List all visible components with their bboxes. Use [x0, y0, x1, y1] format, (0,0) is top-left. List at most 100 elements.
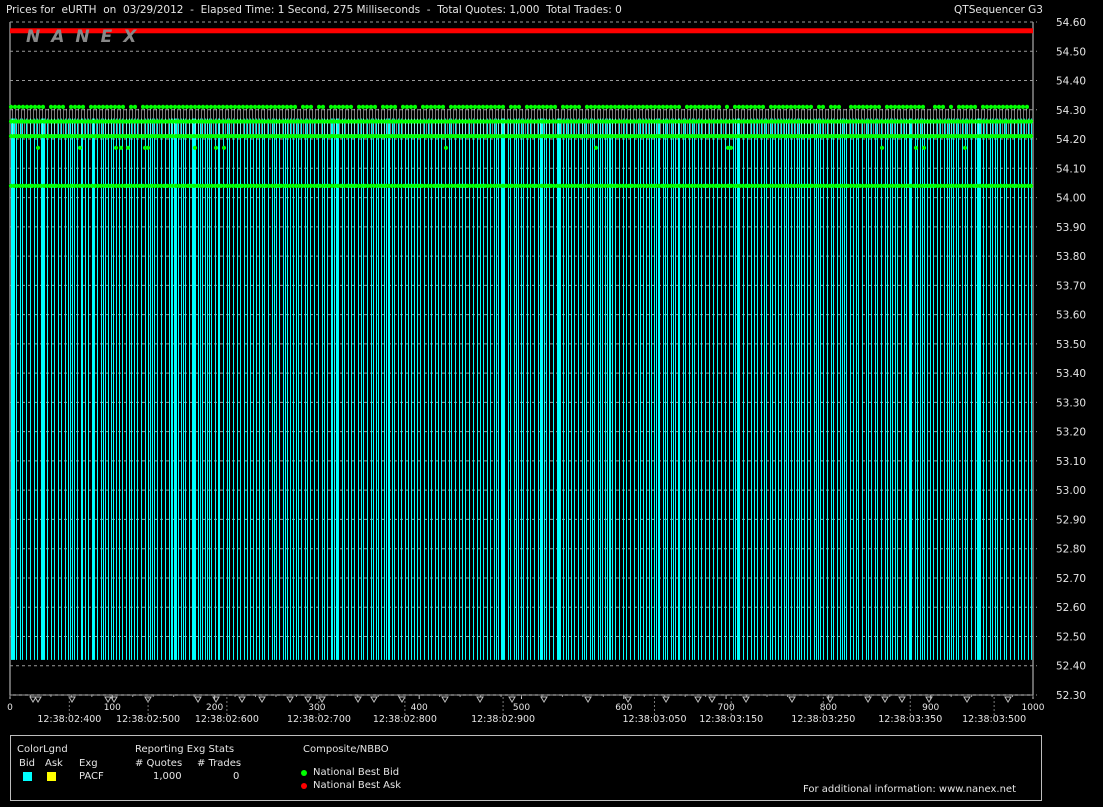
bid-bar — [150, 118, 151, 660]
nbb-marker — [336, 104, 342, 109]
nbb-marker — [152, 104, 158, 109]
time-marker-triangle — [742, 696, 750, 703]
nbb-marker — [704, 104, 710, 109]
bid-bar — [305, 118, 306, 660]
bid-bar — [885, 118, 886, 660]
bid-bar — [786, 118, 787, 660]
nbb-marker — [164, 104, 170, 109]
nbb-marker — [608, 104, 614, 109]
bid-bar — [840, 118, 841, 660]
bid-bar — [540, 118, 543, 660]
exchange-column-header: Exg — [79, 758, 98, 769]
nbb-marker — [384, 104, 390, 109]
trade-count: 0 — [233, 771, 240, 782]
nbb-marker — [540, 104, 546, 109]
nbb-marker — [448, 104, 454, 109]
y-tick-label: 52.50 — [1056, 631, 1086, 643]
time-marker-triangle — [864, 696, 872, 703]
nbb-marker — [879, 145, 885, 150]
bid-bar — [361, 118, 362, 660]
time-marker-triangle — [624, 696, 632, 703]
bid-bar — [1006, 118, 1007, 660]
time-marker-triangle — [286, 696, 294, 703]
bid-bar — [772, 118, 773, 660]
bid-bar — [549, 118, 550, 660]
bid-bar — [737, 118, 740, 660]
nbb-marker — [908, 104, 914, 109]
nbb-marker — [588, 104, 594, 109]
nbb-marker — [440, 104, 446, 109]
nbb-marker — [912, 104, 918, 109]
exchange-name: PACF — [79, 771, 104, 782]
nbb-marker — [528, 104, 534, 109]
bid-bar — [496, 118, 497, 660]
bid-bar — [901, 118, 902, 660]
composite-title: Composite/NBBO — [303, 744, 389, 755]
x-axis: 0 100 200 300 400 500 600 700 800 900 1000 12:38:02… — [7, 695, 1045, 725]
nbb-marker — [1028, 119, 1034, 124]
nbb-marker — [864, 104, 870, 109]
bid-bar — [388, 118, 390, 660]
bid-bar — [649, 118, 650, 660]
bid-bar — [518, 118, 519, 660]
bid-bar — [553, 118, 554, 660]
bid-bar — [283, 118, 284, 660]
time-marker-triangle — [318, 696, 326, 703]
bid-bar — [630, 118, 631, 660]
bid-bar — [122, 118, 123, 660]
nbb-marker — [140, 104, 146, 109]
nbb-marker — [904, 104, 910, 109]
nbb-marker — [208, 104, 214, 109]
bid-bar — [915, 118, 916, 660]
nbb-marker — [776, 104, 782, 109]
bid-bar — [887, 118, 888, 660]
bid-bar — [619, 118, 620, 660]
bid-bar — [757, 118, 758, 660]
bid-bar — [394, 118, 395, 660]
x-tick-label: 400 — [411, 703, 428, 713]
bid-bar — [376, 118, 377, 660]
bid-bar — [747, 118, 748, 660]
bid-bar — [778, 118, 779, 660]
bid-bar — [192, 118, 196, 660]
app-name: QTSequencer G3 — [954, 4, 1043, 16]
bid-bar — [165, 118, 166, 660]
bid-bar — [890, 118, 891, 660]
bid-bar — [131, 118, 132, 660]
price-chart: 54.60 54.50 54.40 54.30 54.20 54.10 54.00 53.90… — [7, 17, 1086, 725]
nbb-marker — [672, 104, 678, 109]
bid-bar — [1021, 118, 1022, 660]
nbb-marker — [232, 104, 238, 109]
nbb-marker — [920, 104, 926, 109]
nbb-marker — [984, 104, 990, 109]
time-label: 12:38:02:800 — [373, 714, 437, 725]
nbb-marker — [96, 104, 102, 109]
nbb-marker — [708, 104, 714, 109]
nbb-marker — [836, 104, 842, 109]
nbb-marker — [56, 104, 62, 109]
bid-bar — [480, 118, 481, 660]
nbb-marker — [972, 104, 978, 109]
time-marker-triangle — [662, 696, 670, 703]
nbb-marker — [112, 104, 118, 109]
time-marker-triangle — [258, 696, 266, 703]
bid-bar — [296, 118, 297, 660]
bid-bar — [992, 118, 993, 660]
bid-bar — [675, 118, 676, 660]
time-marker-triangle — [925, 696, 933, 703]
bid-bar — [930, 118, 931, 660]
nbb-marker — [260, 104, 266, 109]
time-marker-triangle — [304, 696, 312, 703]
nbb-marker — [280, 104, 286, 109]
bid-bar — [74, 118, 75, 660]
bid-bar — [451, 118, 452, 660]
nbb-marker — [688, 104, 694, 109]
bid-bar — [215, 118, 216, 660]
nbb-marker — [340, 104, 346, 109]
bid-bar — [962, 118, 963, 660]
bid-bar — [259, 118, 260, 660]
nbb-marker — [884, 104, 890, 109]
bid-bar — [546, 118, 547, 660]
bid-bar — [967, 118, 968, 660]
bid-bar — [837, 118, 838, 660]
